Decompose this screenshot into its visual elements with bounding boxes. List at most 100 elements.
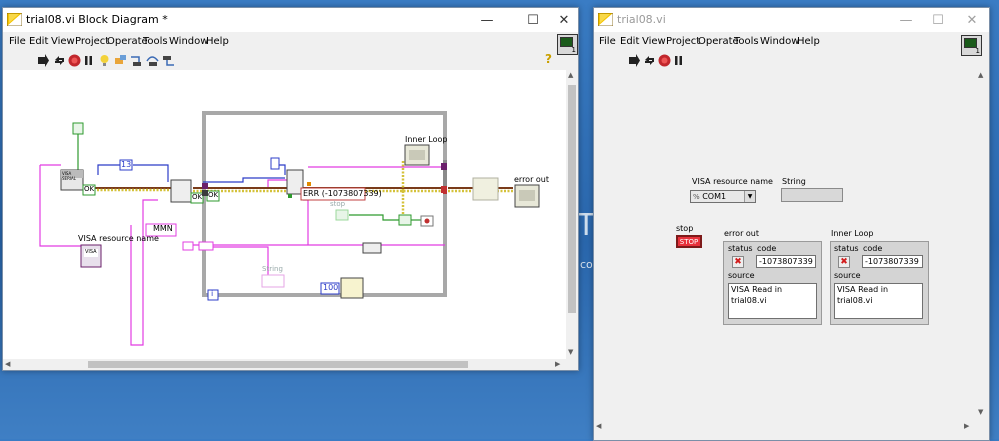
menu-tools[interactable]: Tools — [734, 36, 759, 47]
numeric-wire — [97, 164, 120, 175]
string-concat-node — [198, 241, 214, 251]
inner-loop-status-x-icon: ✖ — [838, 256, 850, 268]
menu-file[interactable]: File — [9, 36, 26, 47]
vertical-scroll-thumb[interactable] — [568, 85, 576, 313]
error-out-source-field: VISA Read in trial08.vi — [728, 283, 817, 319]
inner-loop-source-label: source — [834, 271, 861, 280]
abort-icon[interactable] — [68, 54, 81, 67]
string-wire-6 — [213, 246, 269, 275]
vertical-scrollbar[interactable]: ▲ ▼ — [566, 70, 578, 359]
scroll-right-icon[interactable]: ▶ — [555, 360, 560, 368]
run-continuously-icon[interactable] — [53, 54, 66, 67]
block-diagram-canvas[interactable]: OK OK OK 13 VISA SERIAL VISA resource na… — [3, 70, 566, 359]
stop-control-node — [335, 209, 349, 221]
visa-ref-text: VISA — [85, 249, 97, 255]
close-visa-node — [472, 177, 499, 201]
highlight-execution-icon[interactable] — [98, 54, 111, 67]
close-button[interactable]: ✕ — [957, 10, 987, 30]
horizontal-scrollbar[interactable]: ◀ ▶ — [3, 359, 566, 370]
block-diagram-window[interactable]: trial08.vi Block Diagram * — ☐ ✕ File Ed… — [2, 7, 579, 371]
front-panel-canvas[interactable]: VISA resource name % COM1 ▼ String stop … — [594, 70, 975, 420]
pause-icon[interactable] — [672, 54, 685, 67]
toolbar — [594, 52, 989, 69]
vertical-scrollbar[interactable]: ▲ ▼ — [975, 70, 988, 420]
run-arrow-icon[interactable] — [37, 54, 50, 67]
abort-icon[interactable] — [658, 54, 671, 67]
visa-resource-combo[interactable]: % COM1 ▼ — [690, 190, 756, 203]
menu-help[interactable]: Help — [206, 36, 229, 47]
menu-bar: File Edit View Project Operate Tools Win… — [3, 33, 578, 51]
inner-loop-status-label: status — [834, 244, 859, 253]
scroll-down-icon[interactable]: ▼ — [978, 408, 983, 416]
maximize-button[interactable]: ☐ — [518, 10, 548, 30]
menu-file[interactable]: File — [599, 36, 616, 47]
loop-index-text: i — [211, 289, 214, 298]
front-panel-window[interactable]: trial08.vi — ☐ ✕ File Edit View Project … — [593, 7, 990, 441]
menu-tools[interactable]: Tools — [143, 36, 168, 47]
context-help-icon[interactable]: ? — [542, 52, 555, 65]
or-node — [398, 214, 412, 226]
menu-window[interactable]: Window — [760, 36, 799, 47]
visa-resource-label: VISA resource name — [692, 177, 773, 186]
close-button[interactable]: ✕ — [549, 10, 578, 30]
menu-operate[interactable]: Operate — [107, 36, 148, 47]
orange-dot — [307, 182, 311, 186]
wait-constant-text: 100 — [323, 283, 339, 292]
step-over-icon[interactable] — [146, 54, 159, 67]
green-dot — [288, 194, 292, 198]
minimize-button[interactable]: — — [472, 10, 502, 30]
stop-terminal-dot — [424, 218, 430, 224]
visa-serial-text: VISA SERIAL — [62, 171, 76, 181]
menu-project[interactable]: Project — [75, 36, 109, 47]
menu-view[interactable]: View — [51, 36, 75, 47]
error-out-status-label: status — [728, 244, 753, 253]
menu-project[interactable]: Project — [666, 36, 700, 47]
minimize-button[interactable]: — — [891, 10, 921, 30]
error-status-x-icon: ✖ — [732, 256, 744, 268]
step-into-icon[interactable] — [130, 54, 143, 67]
run-arrow-icon[interactable] — [628, 54, 641, 67]
maximize-button[interactable]: ☐ — [923, 10, 953, 30]
inner-loop-code-label: code — [863, 244, 883, 253]
step-out-icon[interactable] — [162, 54, 175, 67]
run-continuously-icon[interactable] — [643, 54, 656, 67]
stop-button[interactable]: STOP — [676, 235, 702, 248]
visa-resource-value: COM1 — [702, 192, 727, 201]
front-panel-titlebar[interactable]: trial08.vi — ☐ ✕ — [594, 8, 989, 32]
retain-wire-values-icon[interactable] — [114, 54, 127, 67]
numeric-constant-text: 13 — [121, 160, 132, 169]
scroll-up-icon[interactable]: ▲ — [568, 71, 573, 79]
inner-loop-label: Inner Loop — [831, 229, 874, 238]
scroll-up-icon[interactable]: ▲ — [978, 71, 983, 79]
menu-bar: File Edit View Project Operate Tools Win… — [594, 33, 989, 51]
string-label: String — [262, 265, 283, 273]
tunnel-left — [202, 183, 208, 189]
menu-window[interactable]: Window — [169, 36, 208, 47]
dropdown-arrow-icon[interactable]: ▼ — [744, 191, 755, 202]
menu-help[interactable]: Help — [797, 36, 820, 47]
block-diagram-titlebar[interactable]: trial08.vi Block Diagram * — ☐ ✕ — [3, 8, 578, 32]
stop-label: stop — [676, 224, 694, 233]
horizontal-scrollbar[interactable]: ◀ ▶ — [594, 420, 975, 433]
labview-icon — [598, 13, 613, 26]
horizontal-scroll-thumb[interactable] — [88, 361, 468, 368]
scroll-right-icon[interactable]: ▶ — [964, 422, 969, 430]
vi-connector-icon[interactable]: 1 — [961, 35, 982, 56]
menu-edit[interactable]: Edit — [29, 36, 48, 47]
vi-connector-icon[interactable]: 1 — [557, 34, 578, 55]
scroll-left-icon[interactable]: ◀ — [5, 360, 10, 368]
menu-edit[interactable]: Edit — [620, 36, 639, 47]
toolbar: ? — [3, 52, 578, 69]
menu-operate[interactable]: Operate — [698, 36, 739, 47]
inner-loop-code-field: -1073807339 — [862, 255, 923, 268]
ok-text-3: OK — [208, 191, 219, 199]
error-out-code-label: code — [757, 244, 777, 253]
scroll-left-icon[interactable]: ◀ — [596, 422, 601, 430]
menu-view[interactable]: View — [642, 36, 666, 47]
diagram-graphics — [39, 111, 540, 346]
error-out-label: error out — [724, 229, 760, 238]
scroll-down-icon[interactable]: ▼ — [568, 348, 573, 356]
string-indicator-node — [261, 274, 285, 288]
error-out-source-label: source — [728, 271, 755, 280]
pause-icon[interactable] — [82, 54, 95, 67]
